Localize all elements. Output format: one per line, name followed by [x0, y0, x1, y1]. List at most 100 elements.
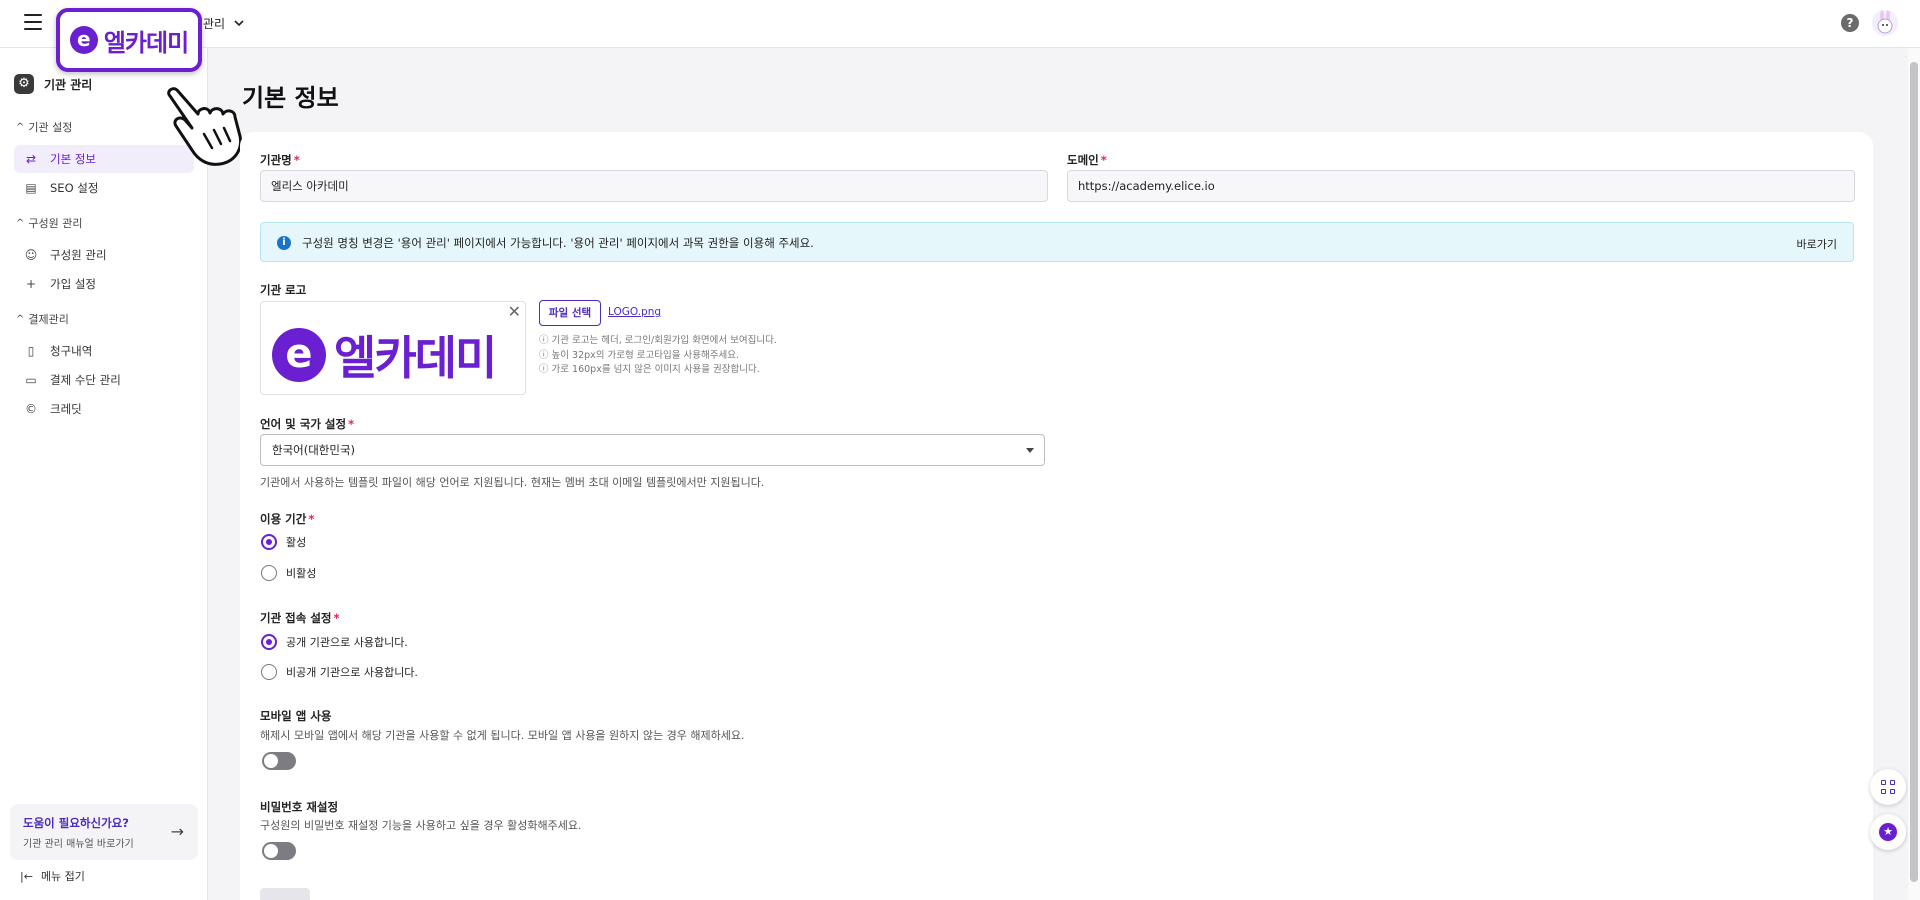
- help-icon[interactable]: ?: [1841, 14, 1859, 32]
- scrollbar-thumb[interactable]: [1910, 62, 1918, 882]
- radio-label: 비활성: [286, 567, 317, 580]
- radio-label: 공개 기관으로 사용합니다.: [286, 636, 408, 649]
- radio-circle: [261, 634, 277, 650]
- sidebar-section-label: 구성원 관리: [28, 217, 83, 230]
- sparkle-icon: ★: [1879, 823, 1897, 841]
- logo-preview: ✕ e 엘카데미: [260, 301, 526, 395]
- help-card-title: 도움이 필요하신가요?: [23, 816, 129, 830]
- mobile-app-toggle[interactable]: [262, 752, 296, 770]
- grid-icon: [1881, 789, 1886, 794]
- org-logo-label: 기관 로고: [260, 283, 307, 297]
- sidebar-section-org-settings[interactable]: ^ 기관 설정: [16, 119, 72, 135]
- access-label: 기관 접속 설정 *: [260, 611, 340, 625]
- collapse-left-icon: |←: [20, 869, 33, 883]
- user-plus-icon: +: [25, 277, 37, 291]
- language-label: 언어 및 국가 설정 *: [260, 417, 355, 431]
- sidebar-item-invoices[interactable]: ▯ 청구내역: [14, 337, 194, 365]
- receipt-icon: ▯: [27, 344, 35, 358]
- sidebar-item-label: SEO 설정: [50, 181, 99, 195]
- org-name-label: 기관명 *: [260, 153, 300, 167]
- credit-card-icon: ▭: [25, 373, 37, 387]
- chevron-down-icon[interactable]: [232, 16, 246, 30]
- radio-circle: [261, 534, 277, 550]
- pointing-hand-icon: [167, 87, 243, 166]
- brand-logo-mark: e: [69, 26, 98, 54]
- sidebar-item-label: 크레딧: [50, 402, 82, 416]
- save-button[interactable]: [260, 888, 310, 900]
- apps-grid-button[interactable]: [1870, 769, 1906, 805]
- brand-logo[interactable]: e 엘카데미: [56, 8, 202, 72]
- grid-icon: [1890, 780, 1895, 785]
- language-select-value: 한국어(대한민국): [272, 443, 356, 457]
- password-reset-toggle[interactable]: [262, 842, 296, 860]
- logo-hint-3: ⓘ 가로 160px를 넘지 않은 이미지 사용을 권장합니다.: [539, 364, 760, 375]
- sidebar-item-label: 결제 수단 관리: [50, 373, 121, 387]
- logo-preview-image: e 엘카데미: [272, 322, 497, 388]
- help-card-subtitle: 기관 관리 매뉴얼 바로가기: [23, 839, 134, 850]
- top-bar: 관리 ?: [0, 0, 1920, 48]
- grid-icon: [1890, 789, 1895, 794]
- mobile-app-label: 모바일 앱 사용: [260, 709, 332, 723]
- radio-access-private[interactable]: 비공개 기관으로 사용합니다.: [261, 664, 418, 680]
- page-title: 기본 정보: [242, 84, 339, 112]
- sidebar-header[interactable]: ⚙ 기관 관리: [14, 74, 92, 94]
- sidebar-item-credit[interactable]: © 크레딧: [14, 395, 194, 423]
- sidebar-section-label: 결제관리: [28, 313, 69, 326]
- info-banner: i 구성원 명칭 변경은 '용어 관리' 페이지에서 가능합니다. '용어 관리…: [260, 222, 1854, 262]
- logo-preview-text: 엘카데미: [334, 331, 497, 385]
- caret-down-icon: [1026, 448, 1034, 453]
- logo-preview-mark: e: [272, 328, 326, 382]
- file-select-button[interactable]: 파일 선택: [539, 300, 601, 326]
- radio-circle: [261, 565, 277, 581]
- collapse-menu-button[interactable]: |← 메뉴 접기: [20, 868, 85, 884]
- swap-arrows-icon: ⇄: [25, 152, 37, 166]
- scrollbar[interactable]: [1908, 48, 1920, 900]
- mobile-app-description: 해제시 모바일 앱에서 해당 기관을 사용할 수 없게 됩니다. 모바일 앱 사…: [260, 729, 745, 742]
- logo-hint-2: ⓘ 높이 32px의 가로형 로고타입을 사용해주세요.: [539, 350, 739, 361]
- credit-coin-icon: ©: [25, 402, 37, 416]
- chevron-up-icon: ^: [16, 313, 25, 325]
- logo-hint-1: ⓘ 기관 로고는 헤더, 로그인/회원가입 화면에서 보여집니다.: [539, 335, 777, 346]
- sidebar-item-label: 구성원 관리: [50, 248, 107, 262]
- org-name-input[interactable]: 엘리스 아카데미: [260, 170, 1048, 202]
- sidebar-section-members[interactable]: ^ 구성원 관리: [16, 215, 83, 231]
- hamburger-menu-icon[interactable]: [24, 14, 42, 30]
- info-banner-text: 구성원 명칭 변경은 '용어 관리' 페이지에서 가능합니다. '용어 관리' …: [302, 236, 814, 250]
- chevron-up-icon: ^: [16, 217, 25, 229]
- avatar[interactable]: [1872, 10, 1898, 36]
- brand-logo-text: 엘카데미: [103, 28, 189, 57]
- sidebar-header-label: 기관 관리: [44, 77, 93, 92]
- password-reset-description: 구성원의 비밀번호 재설정 기능을 사용하고 싶을 경우 활성화해주세요.: [260, 819, 582, 832]
- sidebar-item-label: 가입 설정: [50, 277, 96, 291]
- radio-label: 비공개 기관으로 사용합니다.: [286, 666, 418, 679]
- sidebar: ⚙ 기관 관리 ^ 기관 설정 ⇄ 기본 정보 ▤ SEO 설정 ^ 구성원 관…: [0, 48, 208, 900]
- help-card[interactable]: 도움이 필요하신가요? 기관 관리 매뉴얼 바로가기 →: [10, 804, 198, 860]
- sidebar-item-seo[interactable]: ▤ SEO 설정: [14, 174, 194, 202]
- language-select[interactable]: 한국어(대한민국): [260, 434, 1045, 466]
- sidebar-section-billing[interactable]: ^ 결제관리: [16, 311, 69, 327]
- sidebar-item-members[interactable]: ☺ 구성원 관리: [14, 241, 194, 269]
- password-reset-label: 비밀번호 재설정: [260, 800, 339, 814]
- arrow-right-icon: →: [170, 822, 184, 841]
- period-label: 이용 기간 *: [260, 512, 315, 526]
- language-description: 기관에서 사용하는 템플릿 파일이 해당 언어로 지원됩니다. 현재는 멤버 초…: [260, 476, 765, 489]
- domain-input[interactable]: https://academy.elice.io: [1067, 170, 1855, 202]
- radio-period-active[interactable]: 활성: [261, 534, 306, 550]
- radio-circle: [261, 664, 277, 680]
- grid-icon: [1881, 780, 1886, 785]
- file-name-link[interactable]: LOGO.png: [608, 306, 661, 318]
- close-icon[interactable]: ✕: [508, 302, 521, 321]
- info-banner-link[interactable]: 바로가기: [1797, 236, 1837, 252]
- seo-chart-icon: ▤: [25, 181, 37, 195]
- ai-assistant-button[interactable]: ★: [1870, 814, 1906, 850]
- sidebar-section-label: 기관 설정: [28, 121, 73, 134]
- users-icon: ☺: [24, 248, 38, 262]
- sidebar-item-payment-methods[interactable]: ▭ 결제 수단 관리: [14, 366, 194, 394]
- radio-access-public[interactable]: 공개 기관으로 사용합니다.: [261, 634, 408, 650]
- gear-icon: ⚙: [14, 74, 34, 94]
- radio-period-inactive[interactable]: 비활성: [261, 565, 316, 581]
- sidebar-item-signup-settings[interactable]: + 가입 설정: [14, 270, 194, 298]
- domain-label: 도메인 *: [1067, 153, 1107, 167]
- org-switcher-label[interactable]: 관리: [203, 15, 225, 32]
- sidebar-item-label: 기본 정보: [50, 152, 96, 166]
